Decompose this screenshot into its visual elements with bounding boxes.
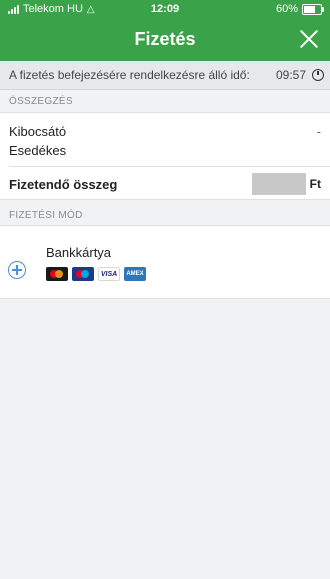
- app-header: Telekom HU △ 12:09 60% Fizetés: [0, 0, 330, 61]
- mastercard-icon: [46, 267, 68, 281]
- payment-section-header: FIZETÉSI MÓD: [0, 205, 330, 225]
- amount-label: Fizetendő összeg: [9, 176, 118, 192]
- summary-section-title: ÖSSZEGZÉS: [9, 96, 73, 107]
- due-label: Esedékes: [9, 143, 67, 158]
- battery-icon: [302, 3, 324, 15]
- battery-percent: 60%: [275, 3, 298, 15]
- issuer-value: -: [316, 124, 321, 139]
- timer-countdown: 09:57: [275, 68, 306, 82]
- due-row: Esedékes: [9, 143, 321, 158]
- summary-section-header: ÖSSZEGZÉS: [0, 91, 330, 112]
- navbar: Fizetés: [0, 18, 330, 61]
- summary-card: Kibocsátó - Esedékes Fizetendő összeg Ft: [0, 112, 330, 200]
- amount-value-redacted: [251, 173, 306, 195]
- page-title: Fizetés: [134, 29, 196, 49]
- wifi-icon: △: [86, 3, 95, 15]
- signal-icon: [8, 4, 19, 14]
- visa-icon: VISA: [98, 267, 120, 281]
- status-time: 12:09: [150, 3, 180, 15]
- payment-section-title: FIZETÉSI MÓD: [9, 209, 83, 221]
- maestro-icon: [72, 267, 94, 281]
- add-icon[interactable]: [8, 261, 26, 279]
- issuer-row: Kibocsátó -: [9, 124, 321, 139]
- timer-bar: A fizetés befejezésére rendelkezésre áll…: [0, 61, 330, 90]
- payment-method-label: Bankkártya: [46, 245, 112, 260]
- amount-currency: Ft: [309, 177, 321, 191]
- close-icon[interactable]: [298, 28, 320, 50]
- issuer-label: Kibocsátó: [9, 124, 67, 139]
- status-bar: Telekom HU △ 12:09 60%: [0, 0, 330, 18]
- payment-method-bankcard[interactable]: Bankkártya VISA AMEX: [8, 245, 146, 281]
- carrier-label: Telekom HU: [23, 3, 83, 15]
- timer-label: A fizetés befejezésére rendelkezésre áll…: [9, 68, 250, 82]
- amex-icon: AMEX: [124, 267, 146, 281]
- clock-icon: [312, 69, 324, 81]
- amount-row: Fizetendő összeg Ft: [9, 171, 321, 197]
- card-logos: VISA AMEX: [46, 267, 146, 281]
